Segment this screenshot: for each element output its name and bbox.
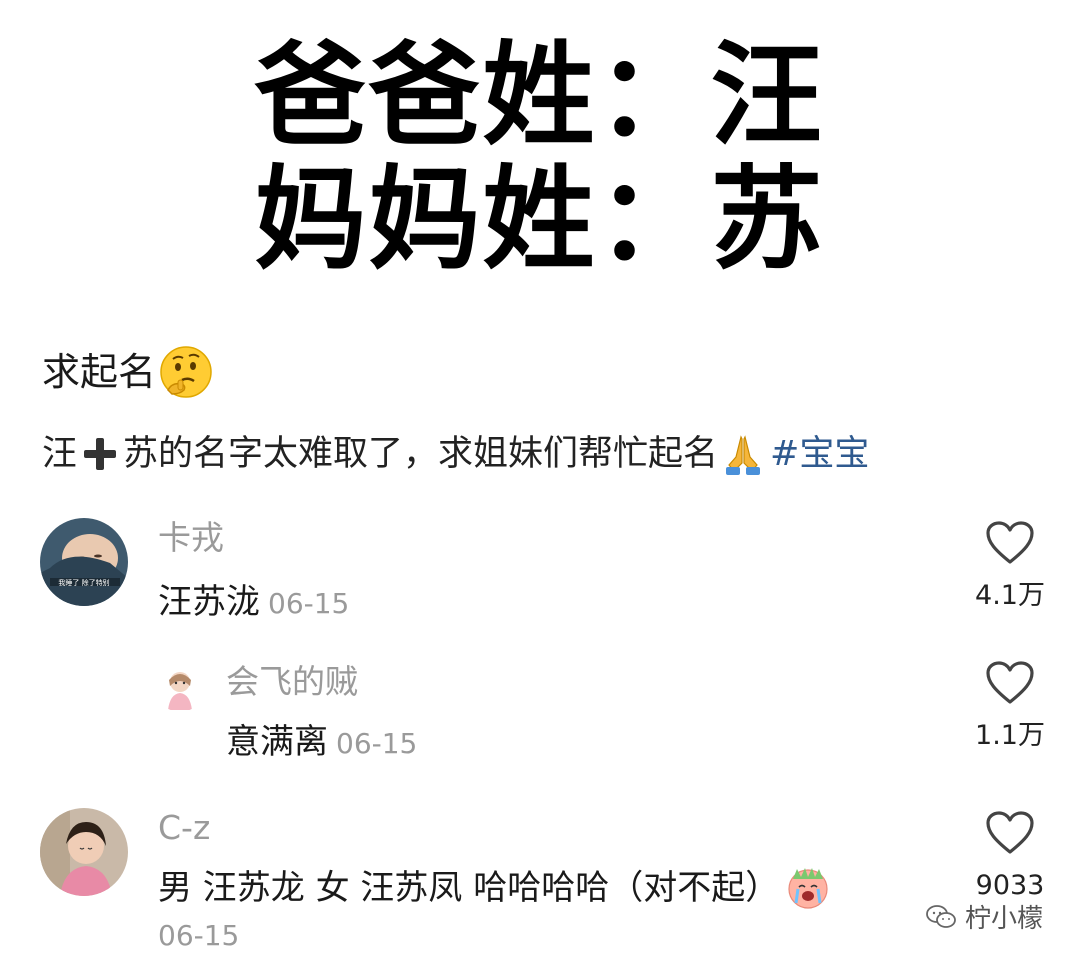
post-body: 汪 苏的名字太难取了，求姐妹们帮忙起名 #宝宝 <box>42 428 869 480</box>
avatar-sleeping-baby-image: 我睡了 除了特别 <box>40 518 128 606</box>
avatar[interactable]: 我睡了 除了特别 <box>40 518 128 606</box>
like-button[interactable]: 1.1万 <box>970 660 1050 756</box>
crying-face-icon <box>788 868 828 909</box>
post-title: 求起名 <box>42 344 214 400</box>
like-count: 4.1万 <box>975 580 1045 611</box>
heart-icon <box>986 811 1034 854</box>
avatar[interactable] <box>40 808 128 896</box>
comment-body: 男 汪苏龙 女 汪苏凤 哈哈哈哈（对不起） <box>158 868 780 908</box>
thinking-face-icon <box>160 346 212 398</box>
post-screenshot: 爸爸姓：汪 妈妈姓：苏 求起名 汪 苏的名字太难取了，求姐妹们帮忙起名 #宝宝 <box>0 0 1079 965</box>
svg-text:我睡了 除了特别: 我睡了 除了特别 <box>58 578 109 587</box>
comment-username[interactable]: 会飞的贼 <box>226 660 358 704</box>
comment-date: 06-15 <box>268 587 350 620</box>
post-body-part2: 苏的名字太难取了，求姐妹们帮忙起名 <box>123 434 719 474</box>
comment-text: 男 汪苏龙 女 汪苏凤 哈哈哈哈（对不起） <box>158 864 831 912</box>
comment-text: 意满离 06-15 <box>226 718 417 768</box>
avatar-cartoon-girl-image <box>156 664 204 712</box>
like-count: 1.1万 <box>975 720 1045 751</box>
heart-icon <box>986 661 1034 704</box>
comment-body: 汪苏泷 <box>158 582 260 622</box>
hashtag-link[interactable]: #宝宝 <box>770 428 869 480</box>
headline-father-surname: 爸爸姓：汪 <box>254 31 825 161</box>
avatar[interactable] <box>156 664 204 712</box>
post-title-text: 求起名 <box>42 350 157 394</box>
comment-body: 意满离 <box>226 722 328 762</box>
comment-date: 06-15 <box>158 919 240 952</box>
heavy-plus-icon <box>84 438 117 470</box>
avatar-child-photo-image <box>40 808 128 896</box>
wechat-icon <box>926 904 956 928</box>
comment-username[interactable]: 卡戎 <box>158 516 224 560</box>
folded-hands-icon <box>726 435 761 475</box>
comment-username[interactable]: C-z <box>158 806 210 850</box>
like-button[interactable]: 9033 <box>970 810 1050 906</box>
post-body-part1: 汪 <box>42 434 78 474</box>
comment-text: 汪苏泷 06-15 <box>158 578 349 628</box>
heart-icon <box>986 521 1034 564</box>
watermark: 柠小檬 <box>925 898 1043 935</box>
headline-mother-surname: 妈妈姓：苏 <box>254 155 825 285</box>
comment-date: 06-15 <box>336 727 418 760</box>
watermark-label: 柠小檬 <box>964 904 1043 934</box>
like-button[interactable]: 4.1万 <box>970 520 1050 616</box>
